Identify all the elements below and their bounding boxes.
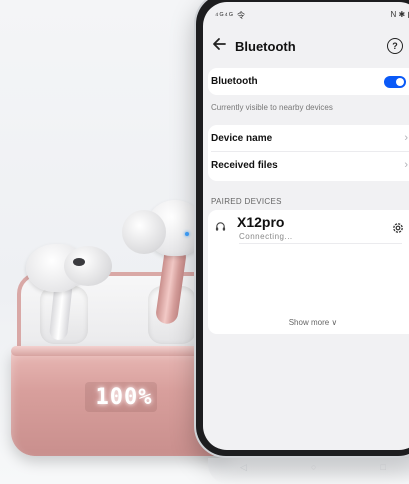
back-arrow-icon[interactable] [209, 34, 229, 54]
bluetooth-toggle-switch[interactable] [384, 76, 406, 88]
earbud-indicator-light [185, 232, 189, 236]
bluetooth-toggle-card: Bluetooth [208, 68, 409, 95]
paired-device-row[interactable]: X12pro Connecting... [208, 210, 409, 248]
settings-card: Device name › Received files › [208, 125, 409, 181]
gear-icon[interactable] [391, 221, 405, 235]
visibility-caption: Currently visible to nearby devices [211, 103, 333, 112]
signal-indicators: ⁴ᴳ⁴ᴳ 令 [215, 11, 247, 20]
title-bar: Bluetooth ? [203, 32, 409, 60]
headset-icon [215, 222, 226, 231]
received-files-label: Received files [211, 160, 278, 171]
settings-row-received-files[interactable]: Received files › [208, 152, 409, 179]
settings-row-device-name[interactable]: Device name › [208, 125, 409, 152]
paired-device-status: Connecting... [239, 232, 293, 241]
left-earbud-mesh [73, 258, 85, 266]
left-earbud-tip [64, 246, 112, 286]
bluetooth-toggle-label: Bluetooth [211, 76, 258, 87]
bluetooth-toggle-row[interactable]: Bluetooth [208, 68, 409, 95]
chevron-right-icon: › [404, 159, 408, 171]
paired-devices-card: X12pro Connecting... Show more ∨ [208, 210, 409, 334]
device-name-label: Device name [211, 133, 273, 144]
paired-device-name: X12pro [237, 214, 285, 230]
battery-led-display: 100% [95, 385, 153, 410]
help-icon[interactable]: ? [387, 38, 403, 54]
phone-reflection: ◁ ○ □ [208, 458, 409, 484]
row-divider [239, 243, 402, 244]
status-right-text: N ✱ ▮ 20 [390, 10, 409, 19]
chevron-right-icon: › [404, 132, 408, 144]
status-right: N ✱ ▮ 20 [391, 10, 409, 19]
status-bar: ⁴ᴳ⁴ᴳ 令 N ✱ ▮ 20 [203, 10, 409, 24]
paired-devices-header: PAIRED DEVICES [211, 197, 282, 206]
show-more-button[interactable]: Show more ∨ [208, 318, 409, 327]
reflected-nav: ◁ ○ □ [240, 462, 386, 472]
page-title: Bluetooth [235, 39, 296, 54]
phone-screen: ⁴ᴳ⁴ᴳ 令 N ✱ ▮ 20 Bluetooth ? Bluetooth Cu… [203, 2, 409, 450]
toggle-knob [396, 78, 404, 86]
right-earbud-tip [122, 210, 166, 254]
